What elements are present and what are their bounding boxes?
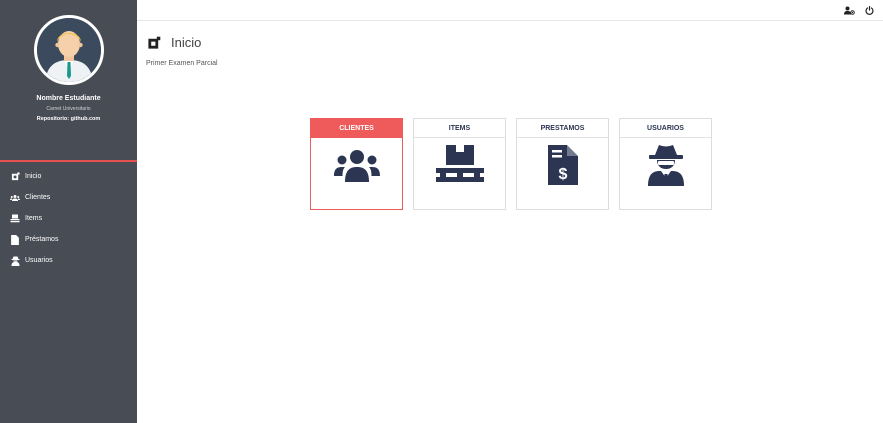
sidebar-menu: Inicio Clientes Items Préstamos Usuarios [0,166,137,271]
sidebar-item-label: Usuarios [25,257,53,264]
sidebar-item-items[interactable]: Items [0,208,137,229]
card-title: CLIENTES [311,119,402,138]
pallet-icon [10,214,20,224]
profile-carnet: Carnet Universitario [46,106,91,112]
card-usuarios[interactable]: USUARIOS [619,118,712,210]
power-icon[interactable] [864,5,875,16]
svg-text:$: $ [558,166,567,183]
profile-name: Nombre Estudiante [36,95,101,102]
users-icon [10,193,20,203]
sidebar: Nombre Estudiante Carnet Universitario R… [0,0,137,423]
sidebar-item-inicio[interactable]: Inicio [0,166,137,187]
avatar [33,15,104,85]
sidebar-item-label: Inicio [25,173,42,180]
sidebar-item-prestamos[interactable]: Préstamos [0,229,137,250]
file-invoice-icon [10,234,20,245]
profile-panel: Nombre Estudiante Carnet Universitario R… [0,15,137,162]
module-cards: CLIENTES ITEMS PRESTAMOS $ USUARIOS [310,118,722,210]
user-secret-icon [647,144,684,191]
sidebar-item-label: Préstamos [25,236,59,243]
page-title: Inicio [171,35,202,50]
sidebar-item-usuarios[interactable]: Usuarios [0,250,137,271]
profile-repo[interactable]: Repositorio: github.com [0,116,137,122]
topbar [137,0,883,21]
pallet-icon [435,144,484,190]
main-content: Inicio Primer Examen Parcial CLIENTES IT… [137,21,883,423]
page-header: Inicio [147,35,201,50]
card-body [414,138,505,210]
card-items[interactable]: ITEMS [413,118,506,210]
card-body: $ [517,138,608,210]
file-invoice-dollar-icon: $ [547,144,578,190]
card-body [620,138,711,210]
dashboard-icon [10,172,20,182]
card-title: PRESTAMOS [517,119,608,138]
user-secret-icon [10,256,20,266]
card-title: ITEMS [414,119,505,138]
user-settings-icon[interactable] [844,5,855,16]
card-clientes[interactable]: CLIENTES [310,118,403,210]
sidebar-item-clientes[interactable]: Clientes [0,187,137,208]
sidebar-item-label: Clientes [25,194,51,201]
card-body [311,138,402,210]
sidebar-item-label: Items [25,215,43,222]
card-title: USUARIOS [620,119,711,138]
card-prestamos[interactable]: PRESTAMOS $ [516,118,609,210]
users-icon [333,148,380,187]
page-subtitle: Primer Examen Parcial [146,60,218,67]
dashboard-icon [147,36,161,50]
